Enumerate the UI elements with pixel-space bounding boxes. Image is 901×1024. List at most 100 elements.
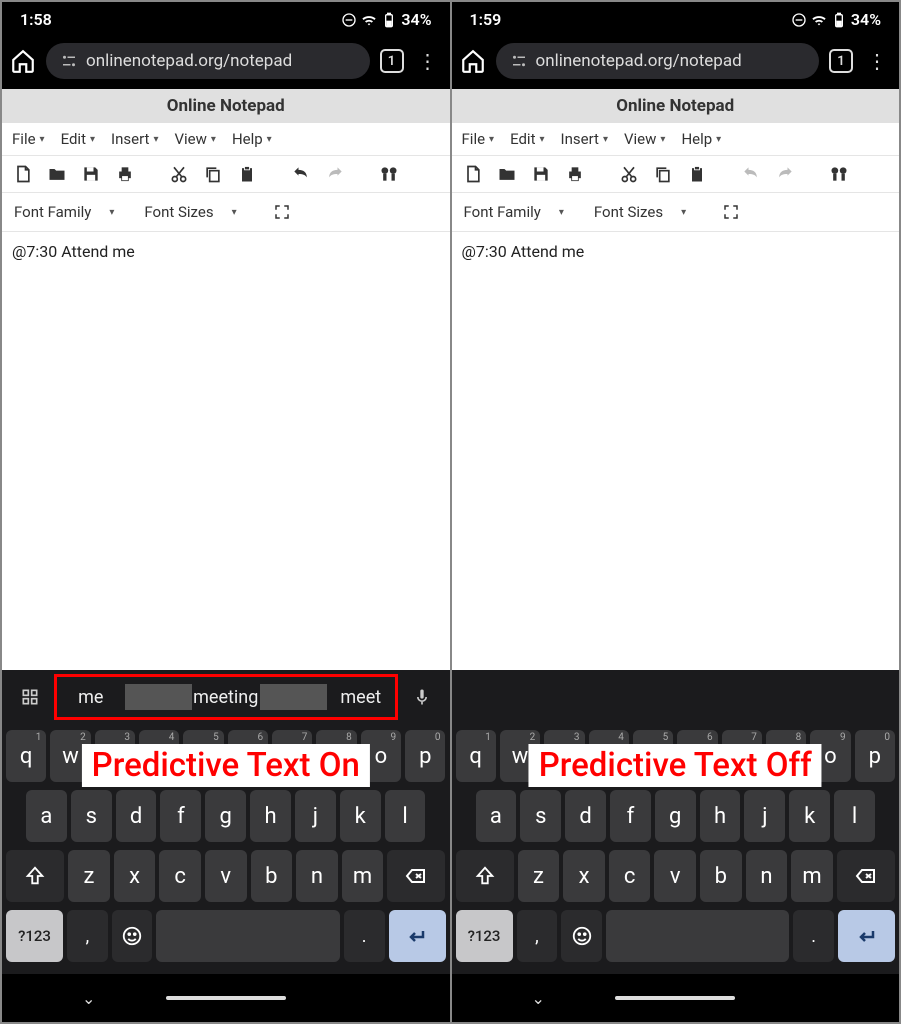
key-p[interactable]: p0 xyxy=(405,730,445,782)
suggestion-3[interactable]: meet xyxy=(327,681,395,714)
menu-view[interactable]: View xyxy=(624,130,665,148)
key-d[interactable]: d xyxy=(116,790,157,842)
key-j[interactable]: j xyxy=(744,790,785,842)
suggestion-2[interactable]: meeting xyxy=(192,681,260,714)
font-size-select[interactable]: Font Sizes xyxy=(594,203,686,221)
menu-edit[interactable]: Edit xyxy=(61,130,95,148)
suggestion-1[interactable]: me xyxy=(57,681,125,714)
key-a[interactable]: a xyxy=(476,790,517,842)
url-bar[interactable]: onlinenotepad.org/notepad xyxy=(46,43,370,79)
menu-file[interactable]: File xyxy=(462,130,495,148)
menu-file[interactable]: File xyxy=(12,130,45,148)
chevron-down-icon[interactable]: ⌄ xyxy=(82,989,95,1008)
symbols-key[interactable]: ?123 xyxy=(6,910,63,962)
key-l[interactable]: l xyxy=(834,790,875,842)
key-z[interactable]: z xyxy=(518,850,560,902)
key-c[interactable]: c xyxy=(159,850,201,902)
key-b[interactable]: b xyxy=(251,850,293,902)
key-z[interactable]: z xyxy=(68,850,110,902)
key-g[interactable]: g xyxy=(655,790,696,842)
key-d[interactable]: d xyxy=(565,790,606,842)
url-bar[interactable]: onlinenotepad.org/notepad xyxy=(496,43,820,79)
key-k[interactable]: k xyxy=(340,790,381,842)
backspace-key[interactable] xyxy=(837,850,895,902)
space-key[interactable] xyxy=(606,910,789,962)
backspace-key[interactable] xyxy=(387,850,445,902)
key-h[interactable]: h xyxy=(250,790,291,842)
key-x[interactable]: x xyxy=(563,850,605,902)
key-h[interactable]: h xyxy=(700,790,741,842)
key-n[interactable]: n xyxy=(746,850,788,902)
menu-edit[interactable]: Edit xyxy=(510,130,544,148)
key-q[interactable]: q1 xyxy=(456,730,496,782)
paste-icon[interactable] xyxy=(686,163,708,185)
print-icon[interactable] xyxy=(114,163,136,185)
key-l[interactable]: l xyxy=(385,790,426,842)
menu-insert[interactable]: Insert xyxy=(561,130,608,148)
menu-view[interactable]: View xyxy=(174,130,215,148)
undo-icon[interactable] xyxy=(290,163,312,185)
enter-key[interactable] xyxy=(838,910,895,962)
find-icon[interactable] xyxy=(378,163,400,185)
key-x[interactable]: x xyxy=(114,850,156,902)
comma-key[interactable]: , xyxy=(517,910,558,962)
menu-help[interactable]: Help xyxy=(681,130,721,148)
key-f[interactable]: f xyxy=(610,790,651,842)
key-s[interactable]: s xyxy=(520,790,561,842)
redo-icon[interactable] xyxy=(774,163,796,185)
new-doc-icon[interactable] xyxy=(12,163,34,185)
font-size-select[interactable]: Font Sizes xyxy=(144,203,236,221)
menu-dots-icon[interactable]: ⋮ xyxy=(414,49,442,73)
key-c[interactable]: c xyxy=(609,850,651,902)
period-key[interactable]: . xyxy=(793,910,834,962)
redo-icon[interactable] xyxy=(324,163,346,185)
find-icon[interactable] xyxy=(828,163,850,185)
fullscreen-icon[interactable] xyxy=(720,201,742,223)
comma-key[interactable]: , xyxy=(67,910,108,962)
save-icon[interactable] xyxy=(80,163,102,185)
key-b[interactable]: b xyxy=(700,850,742,902)
tabs-button[interactable]: 1 xyxy=(380,49,404,73)
menu-insert[interactable]: Insert xyxy=(111,130,158,148)
period-key[interactable]: . xyxy=(344,910,385,962)
home-icon[interactable] xyxy=(10,48,36,74)
nav-handle[interactable] xyxy=(166,996,286,1000)
grid-icon[interactable] xyxy=(8,687,52,707)
emoji-key[interactable] xyxy=(112,910,153,962)
font-family-select[interactable]: Font Family xyxy=(464,203,564,221)
menu-dots-icon[interactable]: ⋮ xyxy=(863,49,891,73)
symbols-key[interactable]: ?123 xyxy=(456,910,513,962)
editor-textarea[interactable]: @7:30 Attend me xyxy=(2,232,450,670)
copy-icon[interactable] xyxy=(202,163,224,185)
key-m[interactable]: m xyxy=(342,850,384,902)
undo-icon[interactable] xyxy=(740,163,762,185)
editor-textarea[interactable]: @7:30 Attend me xyxy=(452,232,900,670)
key-p[interactable]: p0 xyxy=(855,730,895,782)
key-a[interactable]: a xyxy=(26,790,67,842)
open-icon[interactable] xyxy=(46,163,68,185)
menu-help[interactable]: Help xyxy=(232,130,272,148)
shift-key[interactable] xyxy=(6,850,64,902)
fullscreen-icon[interactable] xyxy=(271,201,293,223)
key-f[interactable]: f xyxy=(160,790,201,842)
home-icon[interactable] xyxy=(460,48,486,74)
space-key[interactable] xyxy=(156,910,339,962)
key-v[interactable]: v xyxy=(205,850,247,902)
key-v[interactable]: v xyxy=(654,850,696,902)
chevron-down-icon[interactable]: ⌄ xyxy=(532,989,545,1008)
key-m[interactable]: m xyxy=(791,850,833,902)
print-icon[interactable] xyxy=(564,163,586,185)
save-icon[interactable] xyxy=(530,163,552,185)
new-doc-icon[interactable] xyxy=(462,163,484,185)
key-q[interactable]: q1 xyxy=(6,730,46,782)
cut-icon[interactable] xyxy=(618,163,640,185)
key-s[interactable]: s xyxy=(71,790,112,842)
emoji-key[interactable] xyxy=(561,910,602,962)
copy-icon[interactable] xyxy=(652,163,674,185)
enter-key[interactable] xyxy=(389,910,446,962)
paste-icon[interactable] xyxy=(236,163,258,185)
tabs-button[interactable]: 1 xyxy=(829,49,853,73)
font-family-select[interactable]: Font Family xyxy=(14,203,114,221)
open-icon[interactable] xyxy=(496,163,518,185)
key-j[interactable]: j xyxy=(295,790,336,842)
